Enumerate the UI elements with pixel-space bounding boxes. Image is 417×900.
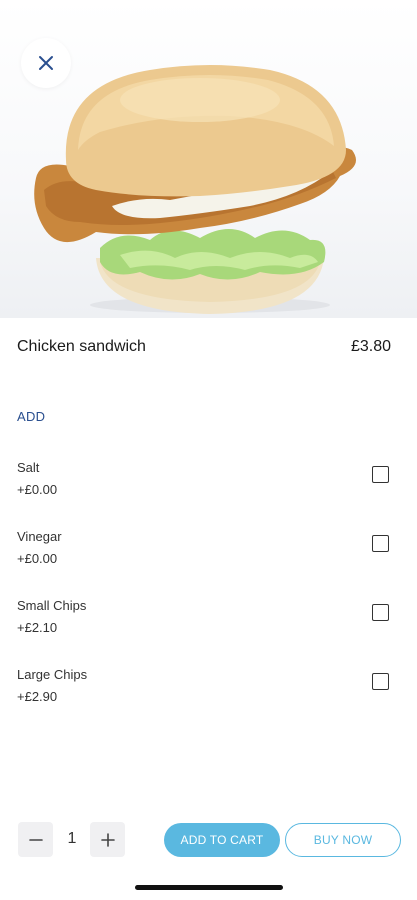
option-checkbox[interactable]: [372, 604, 389, 621]
option-price: +£0.00: [17, 482, 58, 497]
option-checkbox[interactable]: [372, 535, 389, 552]
product-price: £3.80: [350, 338, 391, 355]
option-name: Large Chips: [17, 667, 88, 682]
buy-now-button[interactable]: BUY NOW: [285, 823, 401, 857]
option-checkbox[interactable]: [372, 673, 389, 690]
close-button[interactable]: [21, 38, 71, 88]
option-name: Salt: [17, 460, 40, 475]
home-indicator[interactable]: [135, 885, 283, 890]
product-detail-screen: Chicken sandwich £3.80 ADD Salt +£0.00 V…: [0, 0, 417, 900]
add-to-cart-button[interactable]: ADD TO CART: [164, 823, 280, 857]
option-checkbox[interactable]: [372, 466, 389, 483]
minus-icon: [28, 838, 43, 841]
option-small-chips[interactable]: Small Chips +£2.10: [17, 598, 391, 644]
option-price: +£2.90: [17, 689, 58, 704]
product-image: [0, 0, 417, 318]
addons-section-label: ADD: [17, 409, 46, 424]
option-vinegar[interactable]: Vinegar +£0.00: [17, 529, 391, 575]
option-salt[interactable]: Salt +£0.00: [17, 460, 391, 506]
product-name: Chicken sandwich: [17, 338, 146, 355]
option-price: +£2.10: [17, 620, 58, 635]
product-title-row: Chicken sandwich £3.80: [17, 336, 391, 358]
option-large-chips[interactable]: Large Chips +£2.90: [17, 667, 391, 713]
option-name: Vinegar: [17, 529, 62, 544]
quantity-value: 1: [67, 830, 77, 847]
option-price: +£0.00: [17, 551, 58, 566]
close-icon: [39, 56, 53, 70]
option-name: Small Chips: [17, 598, 87, 613]
plus-icon: [100, 832, 115, 847]
quantity-decrease-button[interactable]: [18, 822, 53, 857]
quantity-increase-button[interactable]: [90, 822, 125, 857]
